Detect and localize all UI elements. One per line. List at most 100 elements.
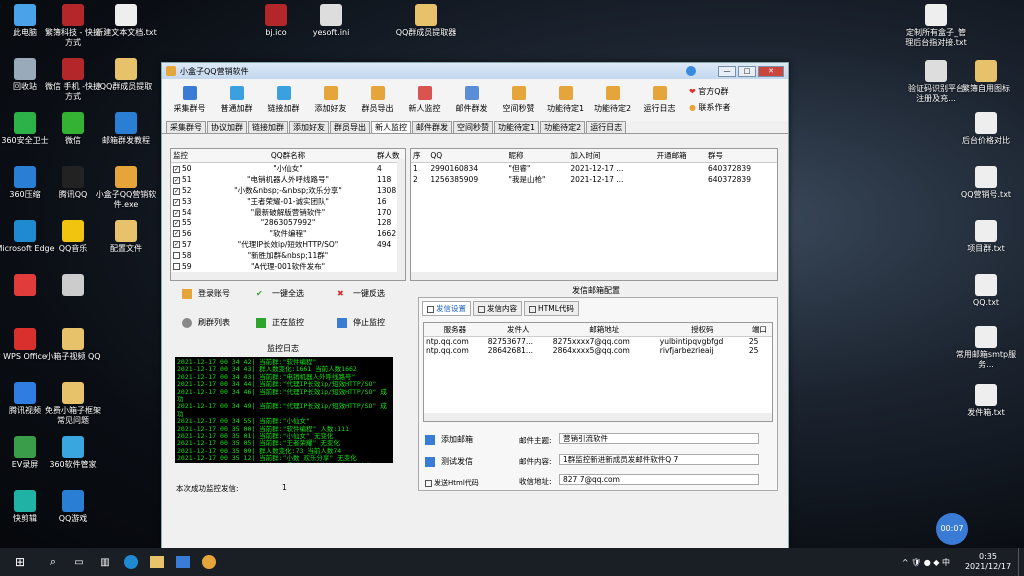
desktop-icon[interactable]: 项目群.txt <box>955 220 1017 254</box>
mail-tab[interactable]: 发信内容 <box>473 301 522 316</box>
add-mail-button[interactable]: 添加邮箱 <box>425 434 473 445</box>
desktop-icon[interactable]: bj.ico <box>245 4 307 38</box>
desktop-icon[interactable]: 发件箱.txt <box>955 384 1017 418</box>
table-row[interactable]: ✓ 50 "小仙女" 4 <box>171 163 405 175</box>
tab[interactable]: 空间秒赞 <box>453 121 493 133</box>
toolbar-button[interactable]: 邮件群发 <box>448 86 495 114</box>
desktop-icon[interactable]: 小箱子视频 QQ <box>42 328 104 362</box>
table-row[interactable]: ntp.qq.com 82753677... 8275xxxx7@qq.com yul… <box>424 337 772 347</box>
row-checkbox[interactable]: ✓ <box>173 230 180 238</box>
desktop-icon[interactable]: 免费小箱子框架常见问题 <box>42 382 104 426</box>
row-checkbox[interactable]: ✓ <box>173 198 180 206</box>
desktop-icon[interactable]: QQ群成员提取器 <box>395 4 457 38</box>
recording-timer-badge[interactable]: 00:07 <box>936 513 968 545</box>
toolbar-button[interactable]: 新人监控 <box>401 86 448 114</box>
close-button[interactable]: ✕ <box>758 65 784 77</box>
receiver-input[interactable]: 827 7@qq.com <box>559 474 759 485</box>
monitoring-button[interactable]: 正在监控 <box>256 317 304 328</box>
tab[interactable]: 添加好友 <box>289 121 329 133</box>
search-icon[interactable]: ⌕ <box>40 555 66 569</box>
tab[interactable]: 链接加群 <box>248 121 288 133</box>
col-header[interactable]: QQ <box>428 149 507 163</box>
edge-taskbar-icon[interactable] <box>118 555 144 569</box>
table-row[interactable]: ✓ 52 "小数&nbsp;-&nbsp;欢乐分享" 1308 <box>171 185 405 196</box>
table-row[interactable]: ✓ 55 "2863057992" 128 <box>171 218 405 228</box>
col-header[interactable]: 序 <box>411 149 429 163</box>
content-input[interactable]: 1群监控新进新成员发邮件软件Q 7 <box>559 454 759 465</box>
toolbar-button[interactable]: 功能待定1 <box>542 86 589 114</box>
toolbar-button[interactable]: 空间秒赞 <box>495 86 542 114</box>
send-html-checkbox[interactable]: 发送Html代码 <box>425 478 479 488</box>
col-header[interactable]: 开通邮箱 <box>654 149 707 163</box>
toolbar-button[interactable]: 功能待定2 <box>589 86 636 114</box>
table-row[interactable]: ntp.qq.com 28642681... 2864xxxx5@qq.com riv… <box>424 346 772 356</box>
row-checkbox[interactable]: ✓ <box>173 241 180 249</box>
col-header[interactable]: 昵称 <box>506 149 569 163</box>
contact-author-link[interactable]: ● 联系作者 <box>689 100 731 116</box>
col-header-group-name[interactable]: QQ群名称 <box>201 149 375 163</box>
col-header[interactable]: 邮箱地址 <box>550 323 658 337</box>
table-row[interactable]: ✓ 57 "代理IP长效ip/短效HTTP/SO" 494 <box>171 239 405 250</box>
mail-tab[interactable]: HTML代码 <box>524 301 579 316</box>
desktop-icon[interactable]: QQ群成员提取 <box>95 58 157 92</box>
desktop-icon[interactable]: 360软件管家 <box>42 436 104 470</box>
tab[interactable]: 邮件群发 <box>412 121 452 133</box>
desktop-icon[interactable]: 常用邮箱smtp服务... <box>955 326 1017 370</box>
tab[interactable]: 运行日志 <box>586 121 627 133</box>
test-send-button[interactable]: 测试发信 <box>425 456 473 467</box>
store-taskbar-icon[interactable] <box>170 556 196 568</box>
horizontal-scrollbar[interactable] <box>424 413 772 421</box>
toolbar-button[interactable]: 添加好友 <box>307 86 354 114</box>
tab[interactable]: 协议加群 <box>207 121 247 133</box>
table-row[interactable]: 58 "新胜加群&nbsp;11群" <box>171 250 405 261</box>
select-all-button[interactable]: ✔ 一键全选 <box>256 288 304 299</box>
subject-input[interactable]: 营销引流软件 <box>559 433 759 444</box>
vertical-scrollbar[interactable] <box>397 159 405 273</box>
table-row[interactable]: 59 "A代理-001软件发布" <box>171 261 405 272</box>
app-taskbar-icon[interactable] <box>196 555 222 569</box>
tab[interactable]: 功能待定1 <box>494 121 540 133</box>
tray-icons[interactable]: ^ 🛡 ● ◆ 中 <box>902 557 950 568</box>
desktop-icon[interactable]: QQ.txt <box>955 274 1017 308</box>
col-header[interactable]: 授权码 <box>657 323 747 337</box>
row-checkbox[interactable]: ✓ <box>173 209 180 217</box>
start-button[interactable]: ⊞ <box>0 555 40 569</box>
mail-tab[interactable]: 发信设置 <box>422 301 471 316</box>
row-checkbox[interactable]: ✓ <box>173 187 180 195</box>
monitor-log[interactable]: 2021-12-17 00 34 42| 当前群:"软件编程" 2021-12-1… <box>175 357 393 463</box>
table-row[interactable]: 1 2990160834 "但睿" 2021-12-17 ... 640372839 <box>411 163 777 175</box>
horizontal-scrollbar[interactable] <box>171 272 405 280</box>
desktop-icon[interactable]: yesoft.ini <box>300 4 362 38</box>
col-header[interactable]: 服务器 <box>424 323 486 337</box>
desktop-icon[interactable]: 后台价格对比 <box>955 112 1017 146</box>
table-row[interactable]: ✓ 51 "电销机器人外呼线路号" 118 <box>171 174 405 185</box>
horizontal-scrollbar[interactable] <box>411 272 777 280</box>
show-desktop-button[interactable] <box>1018 548 1024 576</box>
task-view-icon[interactable]: ▭ <box>66 557 92 568</box>
tab[interactable]: 群员导出 <box>330 121 370 133</box>
toolbar-button[interactable]: 链接加群 <box>260 86 307 114</box>
toolbar-button[interactable]: 采集群号 <box>166 86 213 114</box>
widgets-icon[interactable]: ▥ <box>92 557 118 568</box>
desktop-icon[interactable]: 定制所有盒子_管理后台指对接.txt <box>905 4 967 48</box>
table-row[interactable]: ✓ 53 "王者荣耀-01-诚实团队" 16 <box>171 196 405 207</box>
col-header[interactable]: 群号 <box>706 149 777 163</box>
desktop-icon[interactable]: 配置文件 <box>95 220 157 254</box>
toolbar-button[interactable]: 群员导出 <box>354 86 401 114</box>
minimize-button[interactable]: — <box>718 65 736 77</box>
desktop-icon[interactable]: 新建文本文档.txt <box>95 4 157 38</box>
col-header-monitor[interactable]: 监控 <box>171 149 201 163</box>
row-checkbox[interactable] <box>173 252 180 260</box>
desktop-icon[interactable]: QQ游戏 <box>42 490 104 524</box>
skin-icon[interactable] <box>686 66 696 76</box>
row-checkbox[interactable]: ✓ <box>173 165 180 173</box>
toolbar-button[interactable]: 运行日志 <box>636 86 683 114</box>
col-header[interactable]: 端口 <box>746 323 772 337</box>
row-checkbox[interactable]: ✓ <box>173 219 180 227</box>
desktop-icon[interactable] <box>42 274 104 298</box>
tab[interactable]: 新人监控 <box>371 121 411 133</box>
row-checkbox[interactable] <box>173 263 180 271</box>
folder-taskbar-icon[interactable] <box>144 556 170 568</box>
maximize-button[interactable]: □ <box>738 65 756 77</box>
desktop-icon[interactable]: 小盒子QQ营销软件.exe <box>95 166 157 210</box>
